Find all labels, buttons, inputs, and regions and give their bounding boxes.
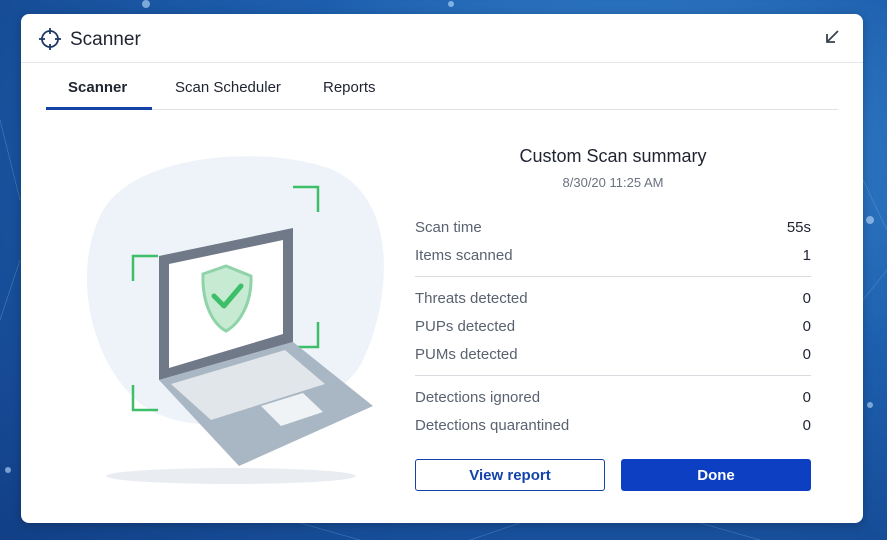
stat-value: 0 bbox=[802, 346, 811, 363]
stat-value: 0 bbox=[802, 389, 811, 406]
stat-row-pums: PUMs detected 0 bbox=[415, 346, 811, 366]
title-bar: Scanner bbox=[21, 14, 863, 63]
tab-bar: Scanner Scan Scheduler Reports bbox=[46, 62, 838, 110]
tab-reports[interactable]: Reports bbox=[323, 79, 376, 96]
summary-date: 8/30/20 11:25 AM bbox=[562, 175, 664, 190]
view-report-button[interactable]: View report bbox=[415, 459, 605, 491]
stat-label: Threats detected bbox=[415, 290, 528, 307]
summary-title: Custom Scan summary bbox=[519, 146, 707, 166]
done-button[interactable]: Done bbox=[621, 459, 811, 491]
stat-row-pups: PUPs detected 0 bbox=[415, 318, 811, 338]
divider bbox=[415, 276, 811, 277]
stat-row-scan-time: Scan time 55s bbox=[415, 219, 811, 239]
crosshair-icon bbox=[38, 27, 62, 51]
stat-row-ignored: Detections ignored 0 bbox=[415, 389, 811, 409]
stat-label: Detections quarantined bbox=[415, 417, 570, 434]
scanner-window: Scanner Scanner Scan Scheduler Reports C… bbox=[21, 14, 863, 523]
stat-row-quarantined: Detections quarantined 0 bbox=[415, 417, 811, 437]
divider bbox=[415, 375, 811, 376]
arrow-down-left-icon[interactable] bbox=[823, 28, 841, 46]
stat-row-items-scanned: Items scanned 1 bbox=[415, 247, 811, 267]
stat-value: 0 bbox=[802, 417, 811, 434]
stat-value: 55s bbox=[786, 219, 811, 236]
laptop-shield-check-icon bbox=[86, 156, 384, 484]
stat-label: Scan time bbox=[415, 219, 482, 236]
stat-label: PUPs detected bbox=[415, 318, 516, 335]
stat-value: 0 bbox=[802, 318, 811, 335]
window-title: Scanner bbox=[70, 29, 141, 50]
stat-label: PUMs detected bbox=[415, 346, 518, 363]
tab-scan-scheduler[interactable]: Scan Scheduler bbox=[175, 79, 281, 96]
stat-value: 1 bbox=[802, 247, 811, 264]
stat-value: 0 bbox=[802, 290, 811, 307]
active-tab-indicator bbox=[46, 107, 152, 110]
stat-label: Detections ignored bbox=[415, 389, 541, 406]
tab-scanner[interactable]: Scanner bbox=[68, 79, 127, 96]
stat-label: Items scanned bbox=[415, 247, 513, 264]
stat-row-threats: Threats detected 0 bbox=[415, 290, 811, 310]
